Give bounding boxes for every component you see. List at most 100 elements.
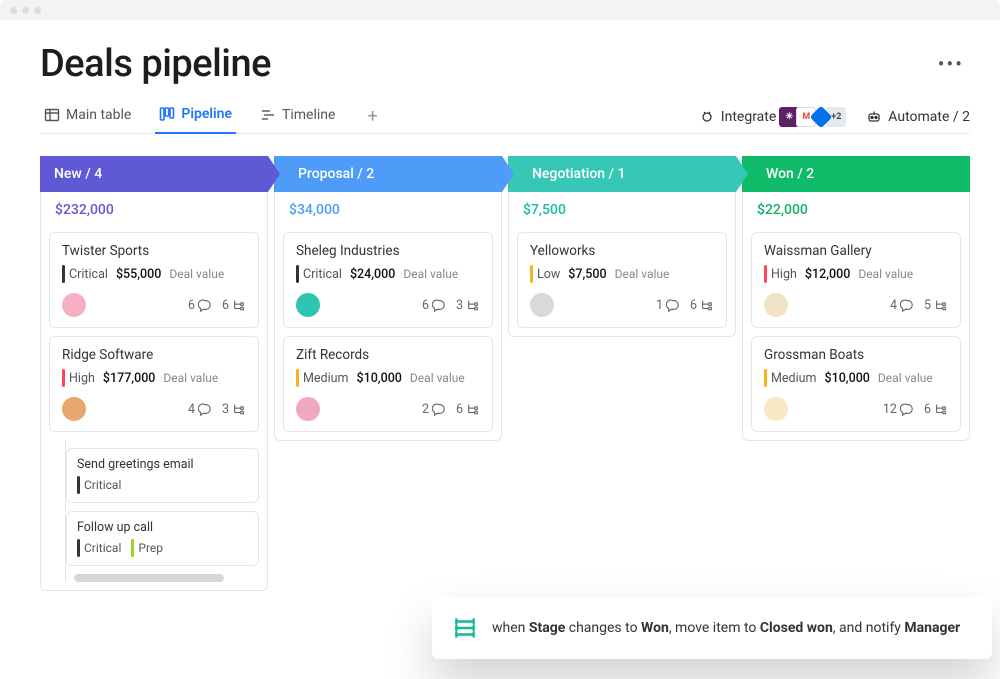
robot-icon [866, 109, 882, 125]
card-title: Ridge Software [62, 347, 246, 363]
tag-critical: Critical [77, 539, 121, 557]
deal-card[interactable]: Zift Records Medium $10,000 Deal value 2… [283, 336, 493, 432]
column-total: $22,000 [743, 192, 969, 228]
deal-amount: $177,000 [103, 371, 156, 386]
automate-label: Automate / 2 [888, 109, 970, 125]
owner-avatar[interactable] [62, 397, 86, 421]
automate-button[interactable]: Automate / 2 [866, 109, 970, 125]
subitems-count[interactable]: 3 [456, 298, 480, 313]
comments-count[interactable]: 2 [422, 402, 446, 417]
column-body: $232,000 Twister Sports Critical $55,000… [40, 192, 268, 591]
subitems-count[interactable]: 6 [456, 402, 480, 417]
automation-icon [452, 615, 478, 641]
comments-count[interactable]: 4 [890, 298, 914, 313]
deal-card[interactable]: Ridge Software High $177,000 Deal value … [49, 336, 259, 432]
deal-value-label: Deal value [410, 371, 465, 385]
column-total: $232,000 [41, 192, 267, 228]
card-title: Zift Records [296, 347, 480, 363]
column-header[interactable]: Won / 2 [742, 156, 970, 192]
card-title: Yelloworks [530, 243, 714, 259]
card-title: Waissman Gallery [764, 243, 948, 259]
deal-value-label: Deal value [878, 371, 933, 385]
integrate-label: Integrate [721, 109, 777, 125]
card-title: Grossman Boats [764, 347, 948, 363]
table-icon [44, 107, 60, 123]
tab-timeline[interactable]: Timeline [256, 101, 339, 133]
page-title: Deals pipeline [40, 42, 271, 86]
priority-badge: High [62, 369, 95, 387]
browser-chrome [0, 0, 1000, 20]
deal-value-label: Deal value [163, 371, 218, 385]
integrate-button[interactable]: Integrate ✳ M +2 [699, 107, 847, 127]
comments-count[interactable]: 4 [188, 402, 212, 417]
subitems-count[interactable]: 6 [222, 298, 246, 313]
subitem-card[interactable]: Send greetings email Critical [66, 448, 259, 503]
more-menu[interactable]: ••• [938, 52, 964, 76]
deal-value-label: Deal value [858, 267, 913, 281]
deal-value-label: Deal value [169, 267, 224, 281]
card-title: Twister Sports [62, 243, 246, 259]
subitems-panel: Send greetings email Critical Follow up … [65, 440, 259, 582]
deal-value-label: Deal value [403, 267, 458, 281]
comments-count[interactable]: 1 [656, 298, 680, 313]
column-header[interactable]: Negotiation / 1 [508, 156, 736, 192]
owner-avatar[interactable] [296, 293, 320, 317]
tab-label: Main table [66, 107, 131, 123]
comments-count[interactable]: 6 [188, 298, 212, 313]
timeline-icon [260, 107, 276, 123]
column-header[interactable]: Proposal / 2 [274, 156, 502, 192]
column-total: $34,000 [275, 192, 501, 228]
owner-avatar[interactable] [764, 293, 788, 317]
subitem-title: Follow up call [77, 520, 248, 535]
deal-value-label: Deal value [615, 267, 670, 281]
deal-amount: $7,500 [568, 267, 606, 282]
automation-recipe-toast[interactable]: when Stage changes to Won, move item to … [432, 597, 992, 659]
column-header[interactable]: New / 4 [40, 156, 268, 192]
column-body: $22,000 Waissman Gallery High $12,000 De… [742, 192, 970, 441]
priority-badge: Medium [296, 369, 348, 387]
tab-main-table[interactable]: Main table [40, 101, 135, 133]
card-title: Sheleg Industries [296, 243, 480, 259]
deal-card[interactable]: Grossman Boats Medium $10,000 Deal value… [751, 336, 961, 432]
priority-badge: Low [530, 265, 560, 283]
deal-card[interactable]: Yelloworks Low $7,500 Deal value 1 6 [517, 232, 727, 328]
kanban-icon [159, 106, 175, 122]
tab-label: Pipeline [181, 106, 232, 122]
subitem-card[interactable]: Follow up call Critical Prep [66, 511, 259, 566]
priority-badge: High [764, 265, 797, 283]
priority-badge: Medium [764, 369, 816, 387]
deal-card[interactable]: Sheleg Industries Critical $24,000 Deal … [283, 232, 493, 328]
deal-card[interactable]: Twister Sports Critical $55,000 Deal val… [49, 232, 259, 328]
horizontal-scrollbar[interactable] [74, 574, 224, 582]
owner-avatar[interactable] [764, 397, 788, 421]
column-body: $34,000 Sheleg Industries Critical $24,0… [274, 192, 502, 441]
add-view-button[interactable]: + [359, 102, 385, 131]
automation-text: when Stage changes to Won, move item to … [492, 620, 960, 636]
comments-count[interactable]: 12 [883, 402, 914, 417]
tag-prep: Prep [131, 539, 163, 557]
column-total: $7,500 [509, 192, 735, 228]
tag-critical: Critical [77, 476, 121, 494]
owner-avatar[interactable] [62, 293, 86, 317]
subitems-count[interactable]: 6 [924, 402, 948, 417]
subitems-count[interactable]: 6 [690, 298, 714, 313]
column-body: $7,500 Yelloworks Low $7,500 Deal value … [508, 192, 736, 337]
tab-label: Timeline [282, 107, 335, 123]
deal-amount: $24,000 [350, 267, 395, 282]
subitems-count[interactable]: 3 [222, 402, 246, 417]
plug-icon [699, 109, 715, 125]
subitem-title: Send greetings email [77, 457, 248, 472]
deal-amount: $10,000 [356, 371, 401, 386]
priority-badge: Critical [296, 265, 342, 283]
integration-icons: ✳ M +2 [782, 107, 846, 127]
owner-avatar[interactable] [296, 397, 320, 421]
priority-badge: Critical [62, 265, 108, 283]
deal-card[interactable]: Waissman Gallery High $12,000 Deal value… [751, 232, 961, 328]
subitems-count[interactable]: 5 [924, 298, 948, 313]
deal-amount: $10,000 [824, 371, 869, 386]
deal-amount: $12,000 [805, 267, 850, 282]
tab-pipeline[interactable]: Pipeline [155, 100, 236, 134]
owner-avatar[interactable] [530, 293, 554, 317]
comments-count[interactable]: 6 [422, 298, 446, 313]
deal-amount: $55,000 [116, 267, 161, 282]
